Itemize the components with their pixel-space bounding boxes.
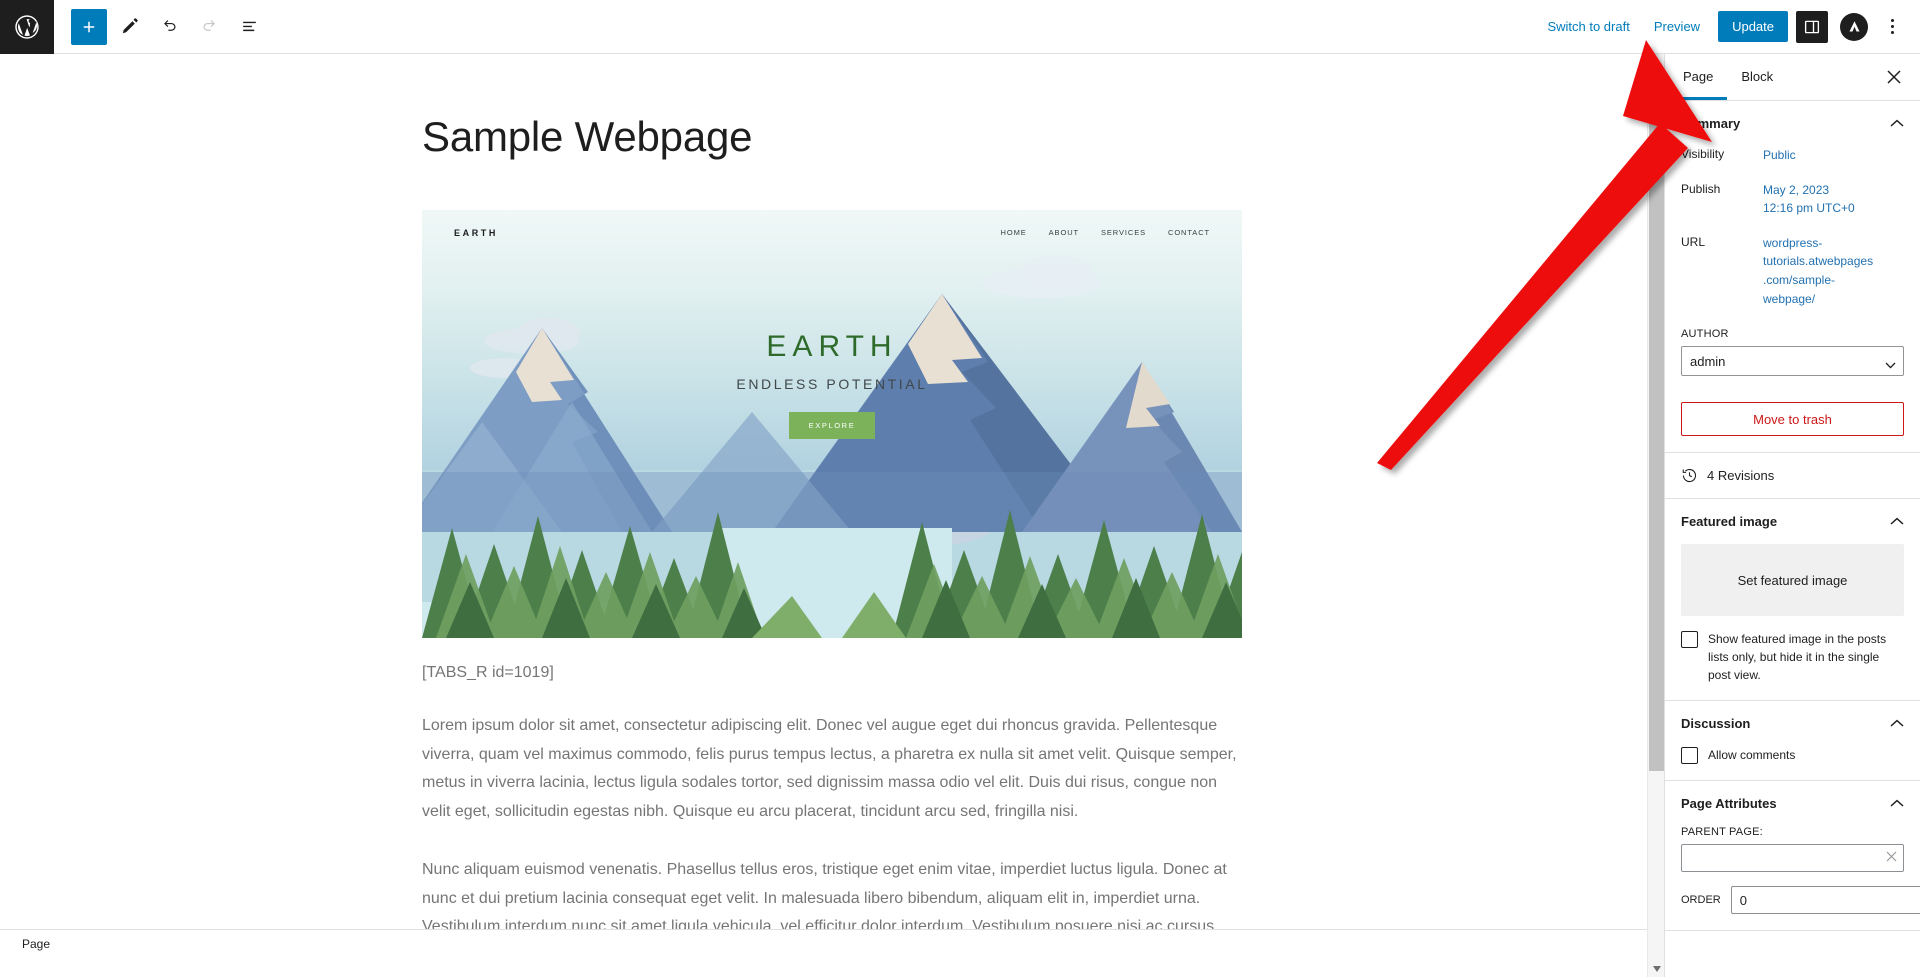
hero-nav: EARTH HOME ABOUT SERVICES CONTACT — [422, 210, 1242, 255]
chevron-up-icon[interactable] — [1890, 716, 1904, 731]
wordpress-block-editor: Switch to draft Preview Update Sample We… — [0, 0, 1920, 977]
wordpress-logo-icon[interactable] — [0, 0, 54, 54]
publish-time: 12:16 pm UTC+0 — [1763, 201, 1855, 216]
close-icon[interactable] — [1876, 59, 1912, 95]
url-value-button[interactable]: wordpress-tutorials.atwebpages.com/sampl… — [1763, 234, 1875, 308]
parent-page-input[interactable] — [1681, 844, 1904, 873]
visibility-label: Visibility — [1681, 147, 1725, 161]
revisions-link[interactable]: 4 Revisions — [1665, 453, 1920, 500]
hero-nav-item-about: ABOUT — [1048, 228, 1079, 238]
hero-center-content: EARTH ENDLESS POTENTIAL EXPLORE — [422, 330, 1242, 440]
page-attributes-body: PARENT PAGE: ORDER — [1665, 826, 1920, 930]
summary-row-visibility: Visibility Public — [1681, 146, 1904, 165]
toolbar-tool-group — [54, 8, 267, 45]
visibility-value-button[interactable]: Public — [1763, 146, 1796, 165]
hero-heading: EARTH — [766, 330, 898, 364]
hero-nav-item-home: HOME — [1000, 228, 1027, 238]
featured-image-checkbox-row: Show featured image in the posts lists o… — [1681, 630, 1904, 684]
clock-history-icon — [1681, 467, 1698, 484]
allow-comments-row: Allow comments — [1681, 746, 1904, 765]
summary-section-header[interactable]: Summary — [1665, 101, 1920, 146]
featured-image-title: Featured image — [1681, 514, 1778, 530]
edit-tool-button[interactable] — [111, 9, 147, 45]
publish-value-button[interactable]: May 2, 2023 12:16 pm UTC+0 — [1763, 181, 1855, 218]
editor-top-toolbar: Switch to draft Preview Update — [0, 0, 1920, 54]
discussion-section-header[interactable]: Discussion — [1665, 701, 1920, 746]
shortcode-block[interactable]: [TABS_R id=1019] — [422, 664, 1242, 682]
discussion-title: Discussion — [1681, 716, 1751, 732]
order-field: ORDER — [1681, 886, 1920, 915]
revisions-label: 4 Revisions — [1707, 468, 1775, 484]
settings-sidebar: Page Block Summary Visibility Public Pub — [1664, 54, 1920, 977]
set-featured-image-button[interactable]: Set featured image — [1681, 544, 1904, 617]
section-discussion: Discussion Allow comments — [1665, 701, 1920, 782]
list-view-button[interactable] — [231, 9, 267, 45]
move-to-trash-button[interactable]: Move to trash — [1681, 402, 1904, 437]
forest-trees — [422, 510, 1242, 639]
preview-button[interactable]: Preview — [1642, 13, 1712, 40]
summary-body: Visibility Public Publish May 2, 2023 12… — [1665, 146, 1920, 452]
chevron-up-icon[interactable] — [1890, 514, 1904, 529]
scrollbar-thumb[interactable] — [1649, 71, 1664, 771]
add-block-button[interactable] — [71, 8, 107, 45]
toolbar-actions-group: Switch to draft Preview Update — [1535, 10, 1920, 43]
order-input[interactable] — [1730, 886, 1920, 915]
paragraph-block-1[interactable]: Lorem ipsum dolor sit amet, consectetur … — [422, 712, 1242, 826]
hero-nav-menu: HOME ABOUT SERVICES CONTACT — [1001, 228, 1210, 237]
allow-comments-label: Allow comments — [1708, 748, 1796, 763]
hero-image-block[interactable]: EARTH HOME ABOUT SERVICES CONTACT EARTH … — [422, 210, 1242, 639]
discussion-body: Allow comments — [1665, 746, 1920, 780]
hero-nav-item-services: SERVICES — [1101, 228, 1146, 238]
scroll-up-arrow-icon[interactable] — [1648, 54, 1665, 71]
featured-image-body: Set featured image Show featured image i… — [1665, 544, 1920, 700]
publish-label: Publish — [1681, 181, 1721, 196]
show-featured-image-checkbox[interactable] — [1681, 631, 1698, 649]
document-body: Sample Webpage EARTH HOME ABOUT SERVICES… — [0, 54, 1664, 957]
undo-button[interactable] — [151, 9, 187, 45]
author-label: AUTHOR — [1681, 328, 1729, 341]
hero-explore-button: EXPLORE — [788, 412, 876, 440]
summary-title: Summary — [1681, 116, 1741, 131]
page-title[interactable]: Sample Webpage — [422, 112, 1242, 162]
page-attributes-title: Page Attributes — [1681, 796, 1777, 812]
switch-to-draft-button[interactable]: Switch to draft — [1535, 13, 1641, 40]
section-page-attributes: Page Attributes PARENT PAGE: ORDER 0 — [1665, 781, 1920, 932]
publish-date: May 2, 2023 — [1763, 182, 1830, 197]
parent-page-field: PARENT PAGE: — [1681, 826, 1904, 873]
section-featured-image: Featured image Set featured image Show f… — [1665, 499, 1920, 702]
sidebar-tablist: Page Block — [1665, 54, 1920, 101]
scroll-down-arrow-icon[interactable] — [1648, 960, 1665, 977]
url-label: URL — [1681, 234, 1706, 249]
kebab-menu-icon[interactable] — [1876, 11, 1908, 43]
show-featured-image-label: Show featured image in the posts lists o… — [1708, 632, 1887, 683]
hero-nav-item-contact: CONTACT — [1168, 228, 1210, 238]
hero-brand: EARTH — [454, 227, 498, 238]
summary-row-publish: Publish May 2, 2023 12:16 pm UTC+0 — [1681, 181, 1904, 218]
order-label: ORDER — [1681, 894, 1721, 907]
summary-row-url: URL wordpress-tutorials.atwebpages.com/s… — [1681, 234, 1904, 308]
clear-x-icon[interactable] — [1886, 850, 1897, 865]
tab-page[interactable]: Page — [1669, 54, 1727, 100]
redo-button[interactable] — [191, 9, 227, 45]
page-attributes-section-header[interactable]: Page Attributes — [1665, 781, 1920, 826]
tab-block[interactable]: Block — [1727, 54, 1787, 100]
update-button[interactable]: Update — [1718, 11, 1788, 42]
canvas-scrollbar[interactable] — [1647, 54, 1664, 977]
editor-canvas: Sample Webpage EARTH HOME ABOUT SERVICES… — [0, 54, 1664, 957]
plugin-avatar-icon[interactable] — [1840, 12, 1868, 41]
featured-image-section-header[interactable]: Featured image — [1665, 499, 1920, 544]
parent-page-label: PARENT PAGE: — [1681, 826, 1763, 839]
chevron-up-icon[interactable] — [1890, 116, 1904, 131]
section-summary: Summary Visibility Public Publish May 2,… — [1665, 101, 1920, 454]
author-select[interactable]: admin — [1681, 346, 1904, 377]
status-block-type: Page — [22, 936, 51, 951]
allow-comments-checkbox[interactable] — [1681, 747, 1698, 765]
author-field: AUTHOR admin — [1681, 328, 1904, 377]
hero-subheading: ENDLESS POTENTIAL — [736, 376, 928, 393]
settings-sidebar-toggle-icon[interactable] — [1796, 10, 1828, 43]
editor-status-bar: Page — [0, 929, 1664, 957]
chevron-up-icon[interactable] — [1890, 796, 1904, 811]
